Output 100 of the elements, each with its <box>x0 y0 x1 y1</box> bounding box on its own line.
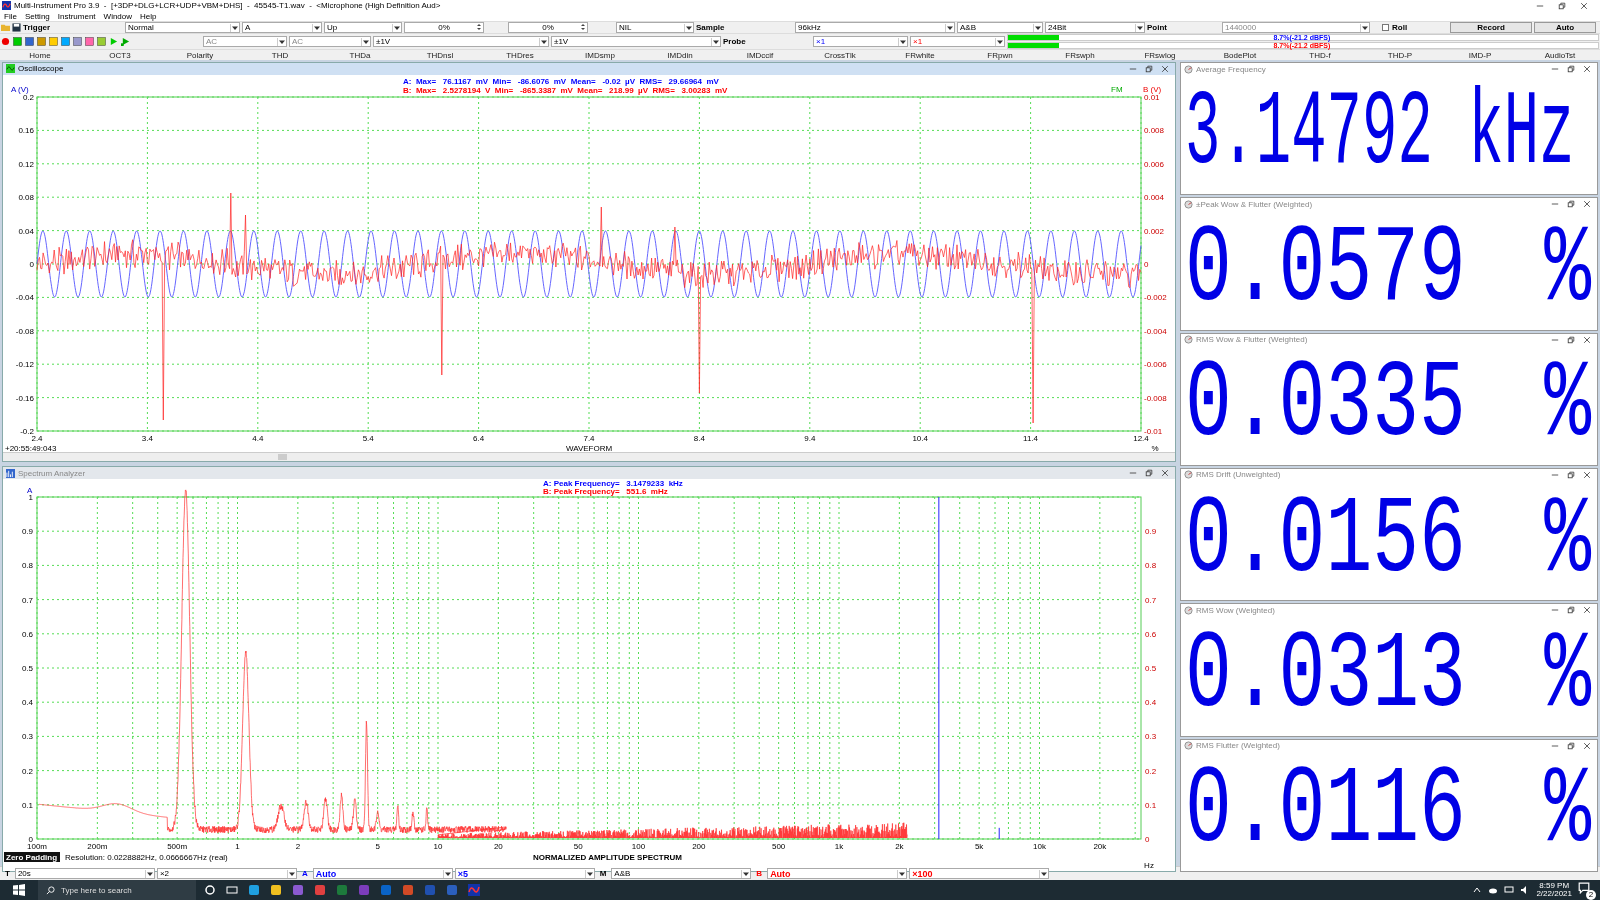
menu-item[interactable]: Help <box>140 11 157 21</box>
tab[interactable]: IMDsmp <box>560 50 640 60</box>
ring-icon[interactable] <box>204 884 216 896</box>
spin-field[interactable]: 0% <box>508 22 588 33</box>
tab[interactable]: THD-P <box>1360 50 1440 60</box>
dropdown[interactable]: ±1V <box>551 36 721 47</box>
menu-item[interactable]: Setting <box>24 11 50 21</box>
spin-arrows-icon <box>580 23 586 31</box>
axis-label: 5 <box>375 842 380 851</box>
menu-item[interactable]: Window <box>103 11 133 21</box>
restore-icon[interactable] <box>1558 1 1566 10</box>
panel-title: RMS Drift (Unweighted) <box>1196 470 1282 480</box>
dropdown[interactable]: A&B <box>611 868 752 879</box>
dropdown[interactable]: Normal <box>125 22 240 33</box>
play-icon[interactable] <box>121 37 130 46</box>
tab[interactable]: IMDdin <box>640 50 720 60</box>
auto-button[interactable]: Auto <box>1534 22 1596 33</box>
caret-icon <box>1360 23 1369 32</box>
tab[interactable]: Home <box>0 50 80 60</box>
axis-label: 50 <box>573 842 583 851</box>
menu-item[interactable]: Instrument <box>57 11 96 21</box>
spin-field[interactable]: 0% <box>404 22 484 33</box>
caret-icon <box>277 37 286 46</box>
zero-padding-badge[interactable]: Zero Padding <box>4 852 60 862</box>
panel-title: RMS Flutter (Weighted) <box>1196 741 1281 751</box>
tab[interactable]: FRswph <box>1040 50 1120 60</box>
record-dot-icon[interactable] <box>1 37 10 46</box>
tab[interactable]: FRwhite <box>880 50 960 60</box>
horizontal-scrollbar[interactable] <box>3 452 1175 461</box>
axis-label: 3.4 <box>141 433 153 443</box>
app-icon[interactable] <box>270 884 282 896</box>
dropdown[interactable]: ×5 <box>454 868 595 879</box>
dropdown[interactable]: Auto <box>312 868 453 879</box>
axis-label: 0.8 <box>21 561 33 571</box>
monitor-icon[interactable] <box>1504 885 1515 895</box>
dropdown[interactable]: ±1V <box>373 36 549 47</box>
axis-label: -0.08 <box>15 326 34 336</box>
dropdown[interactable]: ×1 <box>910 36 1005 47</box>
meter-value: 0.0156 <box>1185 486 1466 596</box>
tab[interactable]: BodePlot <box>1200 50 1280 60</box>
tab[interactable]: FRpwn <box>960 50 1040 60</box>
task-view-icon[interactable] <box>226 884 238 896</box>
caret-icon <box>361 37 370 46</box>
tab[interactable]: THD-f <box>1280 50 1360 60</box>
close-icon[interactable] <box>1580 1 1588 10</box>
caret-icon <box>230 23 239 32</box>
search-field[interactable]: Type here to search <box>38 880 196 900</box>
tab[interactable]: FRswlog <box>1120 50 1200 60</box>
dropdown[interactable]: ×2 <box>156 868 297 879</box>
menu-item[interactable]: File <box>4 11 17 21</box>
meter-icon <box>1184 199 1193 209</box>
measurement-readout: B: Peak Frequency= 551.6 mHz <box>543 487 668 496</box>
tab[interactable]: THDres <box>480 50 560 60</box>
window-title: Multi-Instrument Pro 3.9 - [+3DP+DLG+LCR+UDP+VBM+DHS] - 45545-T1.wav - <Microphone (High Definition Aud> <box>14 1 442 10</box>
dropdown[interactable]: NIL <box>616 22 694 33</box>
caret-icon <box>312 23 321 32</box>
axis-label: 9.4 <box>804 433 816 443</box>
dropdown[interactable]: 20s <box>14 868 155 879</box>
dropdown[interactable]: ×1 <box>813 36 908 47</box>
checkbox[interactable] <box>1382 24 1389 31</box>
save-icon[interactable] <box>12 23 21 32</box>
tab[interactable]: THDnsl <box>400 50 480 60</box>
windows-logo-icon[interactable] <box>13 884 25 896</box>
measurement-readout: A: Max= 76.1167 mV Min= -86.6076 mV Mean= -0.02 µV RMS= 29.66964 mV <box>403 76 719 86</box>
play-icon[interactable] <box>109 37 118 46</box>
axis-label: 5.4 <box>362 433 374 443</box>
dropdown[interactable]: 24Bit <box>1045 22 1145 33</box>
tab[interactable]: IMDccif <box>720 50 800 60</box>
dropdown[interactable]: Up <box>324 22 402 33</box>
dropdown[interactable]: A&B <box>957 22 1043 33</box>
scrollbar-thumb[interactable] <box>278 454 287 460</box>
tab[interactable]: AudioTst <box>1520 50 1600 60</box>
tab[interactable]: CrossTlk <box>800 50 880 60</box>
point-label: Point <box>1147 23 1168 32</box>
caret-icon <box>539 37 548 46</box>
record-button[interactable]: Record <box>1450 22 1532 33</box>
axis-label: 0.2 <box>21 766 33 776</box>
dropdown[interactable]: 96kHz <box>795 22 955 33</box>
resolution-text: Resolution: 0.0228882Hz, 0.0666667Hz (real) <box>65 853 228 862</box>
axis-label: 0.7 <box>21 595 33 605</box>
app-logo-icon[interactable] <box>468 884 480 896</box>
checkbox-label: Roll <box>1392 23 1408 32</box>
tab[interactable]: THDa <box>320 50 400 60</box>
axis-title: A (V) <box>11 84 29 94</box>
chevron-up-icon[interactable] <box>1472 885 1483 895</box>
dropdown[interactable]: 1440000 <box>1222 22 1370 33</box>
tab[interactable]: OCT3 <box>80 50 160 60</box>
app-icon[interactable] <box>248 884 260 896</box>
dropdown[interactable]: AC <box>203 36 287 47</box>
panel-title: ±Peak Wow & Flutter (Weighted) <box>1196 199 1314 209</box>
axis-label: 0 <box>1144 259 1149 269</box>
dropdown[interactable]: AC <box>289 36 371 47</box>
clock[interactable]: 8:59 PM 2/22/2021 <box>1536 882 1572 898</box>
tab[interactable]: THD <box>240 50 320 60</box>
dropdown[interactable]: A <box>242 22 322 33</box>
axis-label: 0.006 <box>1144 159 1165 169</box>
tab[interactable]: IMD-P <box>1440 50 1520 60</box>
dropdown[interactable]: Auto <box>767 868 908 879</box>
tab[interactable]: Polarity <box>160 50 240 60</box>
dropdown[interactable]: ×100 <box>909 868 1050 879</box>
